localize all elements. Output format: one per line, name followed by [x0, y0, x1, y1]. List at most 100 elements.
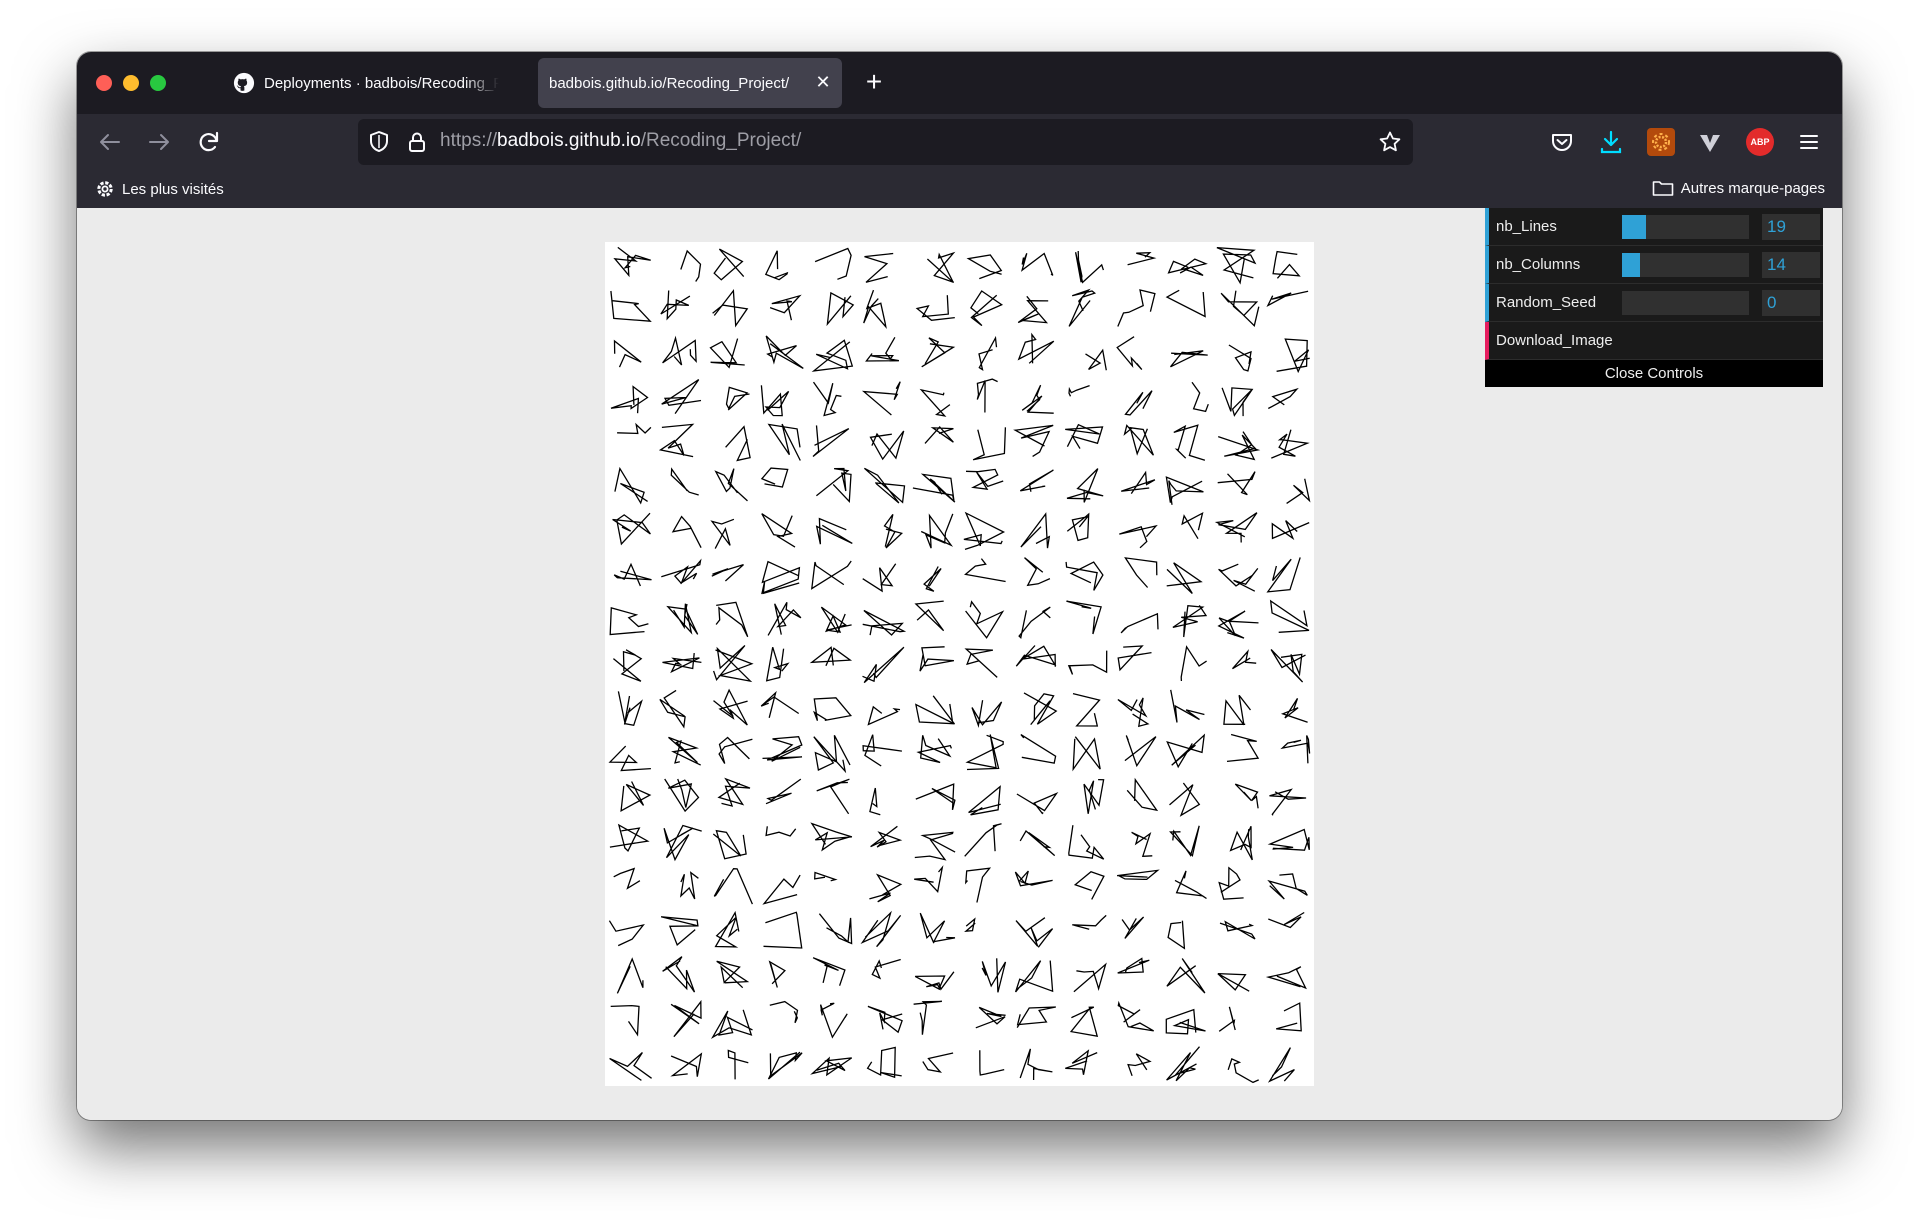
art-glyph — [765, 335, 804, 369]
vivaldi-icon[interactable] — [1696, 128, 1724, 156]
art-glyph — [608, 745, 651, 772]
art-glyph — [612, 649, 643, 682]
download-icon[interactable] — [1597, 128, 1625, 156]
art-glyph — [610, 385, 649, 414]
art-glyph — [680, 249, 702, 282]
art-glyph — [1017, 295, 1049, 324]
control-random-seed[interactable]: Random_Seed 0 — [1485, 284, 1823, 322]
generative-line-art — [608, 246, 1311, 1084]
art-glyph — [717, 777, 751, 807]
art-glyph — [1117, 289, 1156, 327]
reload-icon[interactable] — [194, 127, 224, 157]
art-glyph — [662, 653, 702, 674]
url-text[interactable]: https://badbois.github.io/Recoding_Proje… — [440, 130, 801, 152]
control-nb-lines[interactable]: nb_Lines 19 — [1485, 208, 1823, 246]
art-glyph — [1267, 828, 1310, 851]
art-glyph — [1068, 825, 1105, 860]
art-glyph — [860, 910, 902, 948]
slider-fill — [1622, 215, 1647, 239]
art-glyph — [978, 335, 998, 371]
art-glyph — [812, 381, 842, 417]
art-glyph — [1023, 692, 1058, 726]
art-glyph — [1117, 1000, 1155, 1032]
art-glyph — [862, 563, 897, 593]
art-glyph — [1270, 649, 1306, 683]
art-glyph — [1073, 870, 1105, 900]
art-glyph — [965, 734, 1004, 771]
close-window-button[interactable] — [96, 75, 112, 91]
art-glyph — [1117, 957, 1150, 974]
art-glyph — [1269, 599, 1310, 633]
art-glyph — [727, 1049, 749, 1080]
extension-icon[interactable] — [1647, 128, 1675, 156]
art-glyph — [816, 778, 850, 815]
new-tab-button[interactable]: + — [860, 68, 888, 97]
art-glyph — [981, 958, 1007, 993]
art-glyph — [863, 467, 906, 504]
art-glyph — [923, 566, 942, 592]
art-glyph — [769, 294, 802, 321]
control-nb-columns[interactable]: nb_Columns 14 — [1485, 246, 1823, 284]
art-glyph — [964, 558, 1006, 583]
lock-icon[interactable] — [404, 129, 430, 155]
page-content: nb_Lines 19 nb_Columns 14 Random_Seed 0 … — [77, 208, 1842, 1120]
minimize-window-button[interactable] — [123, 75, 139, 91]
nb-columns-input[interactable]: 14 — [1762, 252, 1820, 278]
forward-icon[interactable] — [144, 127, 174, 157]
back-icon[interactable] — [95, 127, 125, 157]
art-glyph — [714, 910, 740, 948]
art-glyph — [979, 1050, 1005, 1076]
art-glyph — [968, 785, 1001, 816]
art-glyph — [813, 734, 851, 774]
bookmark-other-folder[interactable]: Autres marque-pages — [1652, 179, 1825, 197]
art-glyph — [710, 1009, 753, 1039]
art-glyph — [1226, 733, 1260, 763]
random-seed-slider[interactable] — [1622, 291, 1749, 315]
art-glyph — [862, 609, 907, 636]
art-glyph — [1024, 557, 1051, 587]
art-glyph — [812, 957, 846, 986]
bookmark-star-icon[interactable] — [1377, 129, 1403, 155]
control-label: Download_Image — [1496, 332, 1613, 349]
adblock-icon[interactable]: ABP — [1746, 128, 1774, 156]
nb-lines-input[interactable]: 19 — [1762, 214, 1820, 240]
art-glyph — [1218, 563, 1259, 592]
art-glyph — [966, 254, 1003, 280]
art-glyph — [660, 290, 691, 321]
close-controls-button[interactable]: Close Controls — [1485, 360, 1823, 387]
art-glyph — [712, 645, 754, 683]
art-glyph — [869, 787, 881, 816]
art-glyph — [1085, 348, 1107, 371]
art-glyph — [1217, 972, 1250, 992]
shield-icon[interactable] — [366, 129, 392, 155]
tab-bar: Deployments · badbois/Recoding_Project ✕… — [77, 52, 1842, 114]
random-seed-input[interactable]: 0 — [1762, 290, 1820, 316]
art-glyph — [964, 648, 998, 678]
tab-close-icon[interactable]: ✕ — [812, 71, 834, 93]
tab-recoding-project[interactable]: badbois.github.io/Recoding_Project/ ✕ — [538, 58, 842, 108]
art-glyph — [919, 912, 956, 944]
address-bar[interactable]: https://badbois.github.io/Recoding_Proje… — [358, 119, 1413, 165]
art-glyph — [862, 734, 902, 767]
art-glyph — [1276, 1002, 1302, 1032]
bookmark-label: Les plus visités — [122, 180, 224, 198]
download-image-button[interactable]: Download_Image — [1485, 322, 1823, 360]
pocket-icon[interactable] — [1548, 128, 1576, 156]
art-glyph — [1181, 511, 1204, 540]
nb-lines-slider[interactable] — [1622, 215, 1749, 239]
art-glyph — [964, 823, 1002, 857]
art-glyph — [1221, 387, 1254, 417]
art-glyph — [1067, 650, 1108, 675]
art-glyph — [1065, 1049, 1098, 1075]
bookmark-most-visited[interactable]: Les plus visités — [95, 179, 224, 199]
artwork-canvas[interactable] — [605, 242, 1314, 1086]
art-glyph — [1172, 604, 1208, 638]
gear-icon — [97, 181, 113, 197]
control-label: nb_Columns — [1496, 256, 1581, 273]
maximize-window-button[interactable] — [150, 75, 166, 91]
menu-icon[interactable] — [1795, 128, 1823, 156]
art-glyph — [767, 1051, 803, 1080]
art-glyph — [1280, 698, 1308, 723]
nb-columns-slider[interactable] — [1622, 253, 1749, 277]
art-glyph — [964, 917, 976, 933]
